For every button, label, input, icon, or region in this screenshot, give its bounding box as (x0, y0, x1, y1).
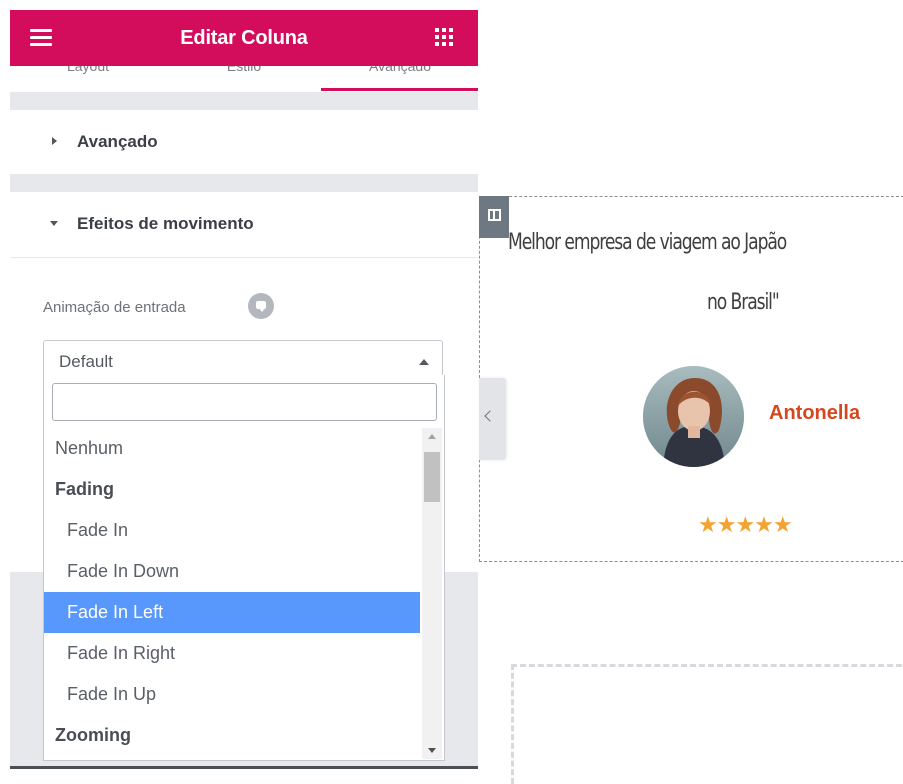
scroll-up-arrow-icon[interactable] (428, 434, 436, 439)
section-divider (10, 257, 478, 258)
column-handle[interactable] (479, 196, 509, 238)
option-nenhum[interactable]: Nenhum (44, 428, 420, 469)
tab-style[interactable]: Estilo (166, 66, 322, 76)
testimonial-quote-line-1: Melhor empresa de viagem ao Japão (508, 230, 787, 255)
panel-header: Editar Coluna (10, 10, 478, 66)
caret-down-icon (50, 221, 58, 226)
avatar (643, 366, 744, 467)
section-motion-effects-title[interactable]: Efeitos de movimento (77, 192, 254, 256)
option-fade-in-left[interactable]: Fade In Left (44, 592, 420, 633)
dropdown-options: Nenhum Fading Fade In Fade In Down Fade … (44, 428, 420, 759)
panel-title: Editar Coluna (180, 27, 308, 49)
tab-layout[interactable]: Layout (10, 66, 166, 76)
author-name: Antonella (769, 402, 861, 424)
empty-section-placeholder[interactable] (511, 664, 903, 784)
dropdown-scrollbar[interactable] (422, 428, 442, 759)
dropdown-search-input[interactable] (52, 383, 437, 421)
panel-collapse-toggle[interactable] (479, 378, 506, 460)
option-fade-in[interactable]: Fade In (44, 510, 420, 551)
chevron-up-icon (419, 359, 429, 365)
option-fade-in-right[interactable]: Fade In Right (44, 633, 420, 674)
testimonial-quote-line-2: no Brasil" (707, 290, 780, 315)
chevron-left-icon (484, 410, 496, 422)
comment-icon[interactable] (248, 293, 274, 319)
option-fade-in-down[interactable]: Fade In Down (44, 551, 420, 592)
grid-icon[interactable] (435, 28, 453, 46)
option-group-zooming: Zooming (55, 725, 131, 745)
rating-stars: ★★★★★ (698, 512, 793, 537)
dropdown-search (52, 383, 437, 421)
scroll-down-arrow-icon[interactable] (428, 748, 436, 753)
entrance-animation-label: Animação de entrada (43, 299, 186, 316)
animation-dropdown: Nenhum Fading Fade In Fade In Down Fade … (43, 375, 445, 761)
option-fade-in-up[interactable]: Fade In Up (44, 674, 420, 715)
section-advanced-title: Avançado (77, 132, 158, 151)
active-tab-indicator (321, 88, 478, 91)
caret-right-icon (52, 137, 57, 145)
option-group-fading: Fading (55, 479, 114, 499)
section-advanced[interactable]: Avançado (10, 110, 478, 174)
scrollbar-thumb[interactable] (424, 452, 440, 502)
tab-advanced[interactable]: Avançado (322, 66, 478, 76)
column-icon (488, 209, 501, 221)
